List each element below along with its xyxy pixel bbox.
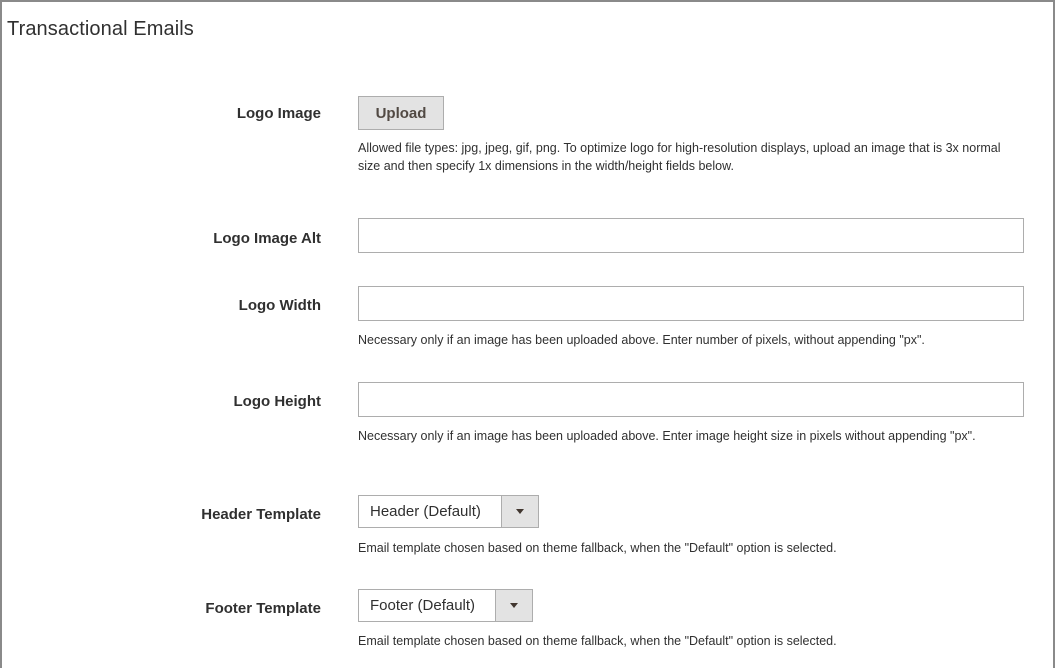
logo-width-label: Logo Width: [238, 297, 321, 314]
logo-height-label: Logo Height: [233, 393, 321, 410]
logo-height-note: Necessary only if an image has been uplo…: [358, 429, 976, 443]
footer-template-select[interactable]: Footer (Default): [358, 589, 533, 622]
logo-height-input[interactable]: [358, 382, 1024, 417]
footer-template-label: Footer Template: [205, 600, 321, 617]
footer-template-note: Email template chosen based on theme fal…: [358, 634, 837, 648]
config-panel: Transactional Emails Logo Image Upload A…: [0, 0, 1055, 668]
logo-width-input[interactable]: [358, 286, 1024, 321]
header-template-select[interactable]: Header (Default): [358, 495, 539, 528]
chevron-down-icon[interactable]: [495, 590, 532, 621]
upload-button[interactable]: Upload: [358, 96, 444, 130]
logo-image-alt-label: Logo Image Alt: [213, 230, 321, 247]
header-template-value: Header (Default): [370, 503, 481, 520]
header-template-label: Header Template: [201, 506, 321, 523]
footer-template-value: Footer (Default): [370, 597, 476, 614]
logo-width-note: Necessary only if an image has been uplo…: [358, 333, 925, 347]
section-title: Transactional Emails: [7, 18, 194, 40]
logo-image-label: Logo Image: [236, 105, 321, 122]
chevron-down-icon[interactable]: [501, 496, 538, 527]
header-template-note: Email template chosen based on theme fal…: [358, 541, 837, 555]
logo-image-note: Allowed file types: jpg, jpeg, gif, png.…: [358, 141, 1001, 173]
logo-image-alt-input[interactable]: [358, 218, 1024, 253]
